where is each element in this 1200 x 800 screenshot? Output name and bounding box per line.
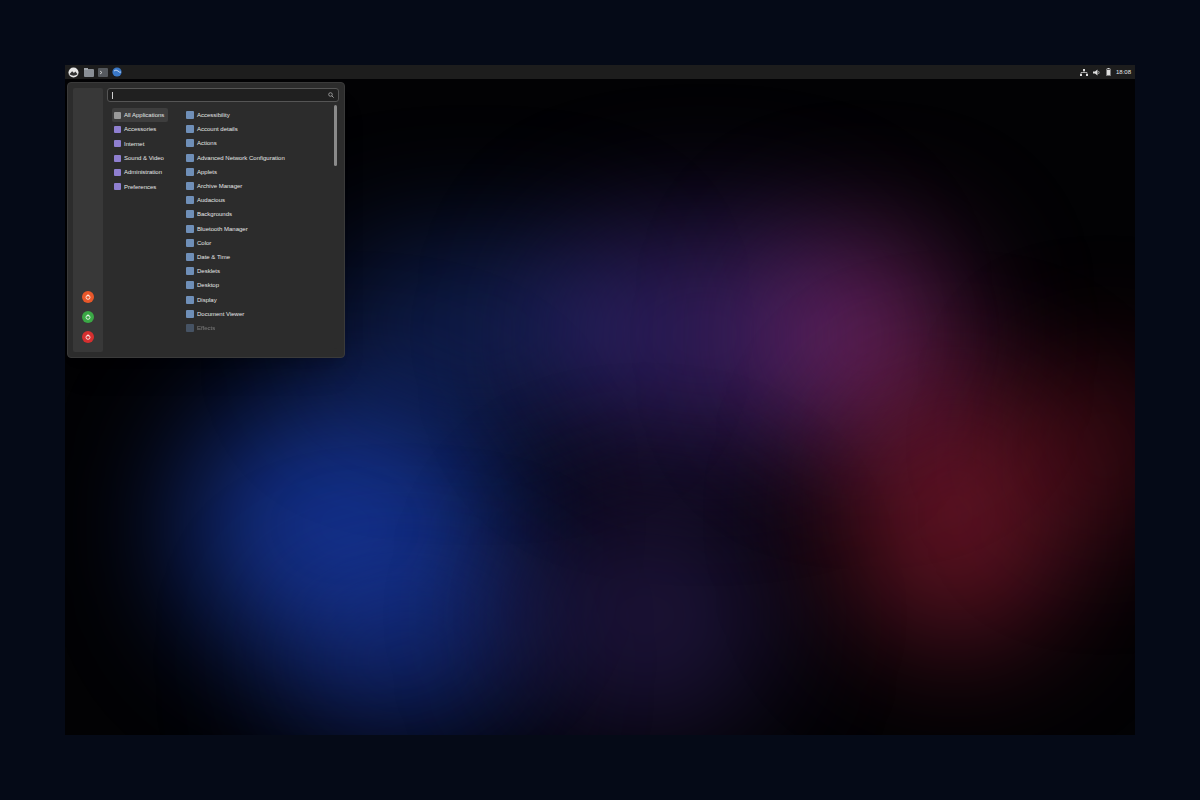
application-label: Advanced Network Configuration <box>197 154 285 162</box>
application-icon <box>186 182 194 190</box>
application-item[interactable]: Audacious <box>186 193 334 207</box>
application-label: Audacious <box>197 196 225 204</box>
application-icon <box>186 324 194 332</box>
application-icon <box>186 296 194 304</box>
category-icon <box>114 169 121 176</box>
scrollbar-track[interactable] <box>334 105 337 349</box>
terminal-icon <box>98 68 108 77</box>
application-label: Applets <box>197 168 217 176</box>
network-icon[interactable] <box>1080 69 1088 76</box>
application-icon <box>186 210 194 218</box>
application-icon <box>186 239 194 247</box>
session-icon <box>85 314 91 320</box>
menu-button[interactable] <box>67 66 80 79</box>
category-label: Sound & Video <box>124 154 164 162</box>
category-label: Preferences <box>124 183 156 191</box>
category-label: All Applications <box>124 111 164 119</box>
application-label: Desklets <box>197 267 220 275</box>
application-label: Account details <box>197 125 238 133</box>
application-icon <box>186 310 194 318</box>
application-item[interactable]: Color <box>186 236 334 250</box>
category-item[interactable]: Sound & Video <box>112 151 168 165</box>
folder-icon <box>84 68 94 77</box>
application-icon <box>186 225 194 233</box>
application-icon <box>186 267 194 275</box>
application-item[interactable]: Date & Time <box>186 250 334 264</box>
application-list: Accessibility Account details Actions Advan… <box>185 108 334 352</box>
power-button[interactable] <box>82 331 94 343</box>
application-label: Bluetooth Manager <box>197 225 248 233</box>
application-label: Actions <box>197 139 217 147</box>
application-item[interactable]: Advanced Network Configuration <box>186 151 334 165</box>
file-manager-launcher[interactable] <box>83 67 94 78</box>
logout-button[interactable] <box>82 311 94 323</box>
application-item[interactable]: Accessibility <box>186 108 334 122</box>
globe-icon <box>112 67 122 77</box>
category-icon <box>114 112 121 119</box>
application-menu: All Applications Accessories Internet Sound… <box>67 82 345 358</box>
category-icon <box>114 140 121 147</box>
desktop: 18:08 All Applications Accessories Interne… <box>65 65 1135 735</box>
application-label: Display <box>197 296 217 304</box>
application-item[interactable]: Desktop <box>186 278 334 292</box>
application-icon <box>186 168 194 176</box>
application-label: Date & Time <box>197 253 230 261</box>
application-item[interactable]: Bluetooth Manager <box>186 222 334 236</box>
application-item[interactable]: Actions <box>186 136 334 150</box>
application-label: Desktop <box>197 281 219 289</box>
category-list: All Applications Accessories Internet Sound… <box>107 108 185 352</box>
application-label: Document Viewer <box>197 310 244 318</box>
application-item[interactable]: Display <box>186 292 334 306</box>
application-item[interactable]: Applets <box>186 165 334 179</box>
application-item[interactable]: Effects <box>186 321 334 335</box>
application-label: Backgrounds <box>197 210 232 218</box>
favorites-sidebar <box>73 88 103 352</box>
cinnamon-logo-icon <box>68 67 79 78</box>
application-icon <box>186 125 194 133</box>
category-item[interactable]: Accessories <box>112 122 168 136</box>
category-item[interactable]: All Applications <box>112 108 168 122</box>
category-item[interactable]: Administration <box>112 165 168 179</box>
lock-button[interactable] <box>82 291 94 303</box>
category-label: Internet <box>124 140 144 148</box>
category-label: Administration <box>124 168 162 176</box>
application-item[interactable]: Desklets <box>186 264 334 278</box>
category-icon <box>114 183 121 190</box>
category-item[interactable]: Preferences <box>112 179 168 193</box>
application-icon <box>186 253 194 261</box>
application-label: Effects <box>197 324 215 332</box>
application-icon <box>186 196 194 204</box>
top-panel: 18:08 <box>65 65 1135 79</box>
application-label: Color <box>197 239 211 247</box>
terminal-launcher[interactable] <box>97 67 108 78</box>
application-label: Accessibility <box>197 111 230 119</box>
application-item[interactable]: Account details <box>186 122 334 136</box>
category-icon <box>114 155 121 162</box>
application-item[interactable]: Backgrounds <box>186 207 334 221</box>
category-icon <box>114 126 121 133</box>
clock[interactable]: 18:08 <box>1116 68 1131 76</box>
session-icon <box>85 294 91 300</box>
browser-launcher[interactable] <box>111 67 122 78</box>
battery-icon[interactable] <box>1106 68 1111 76</box>
scrollbar-thumb[interactable] <box>334 105 337 166</box>
application-item[interactable]: Archive Manager <box>186 179 334 193</box>
application-item[interactable]: Document Viewer <box>186 307 334 321</box>
search-field[interactable] <box>107 88 339 102</box>
volume-icon[interactable] <box>1093 69 1101 76</box>
search-icon <box>328 92 334 98</box>
application-icon <box>186 154 194 162</box>
application-label: Archive Manager <box>197 182 242 190</box>
category-item[interactable]: Internet <box>112 137 168 151</box>
text-cursor <box>112 92 113 99</box>
category-label: Accessories <box>124 125 156 133</box>
application-icon <box>186 281 194 289</box>
session-icon <box>85 334 91 340</box>
application-icon <box>186 139 194 147</box>
application-icon <box>186 111 194 119</box>
